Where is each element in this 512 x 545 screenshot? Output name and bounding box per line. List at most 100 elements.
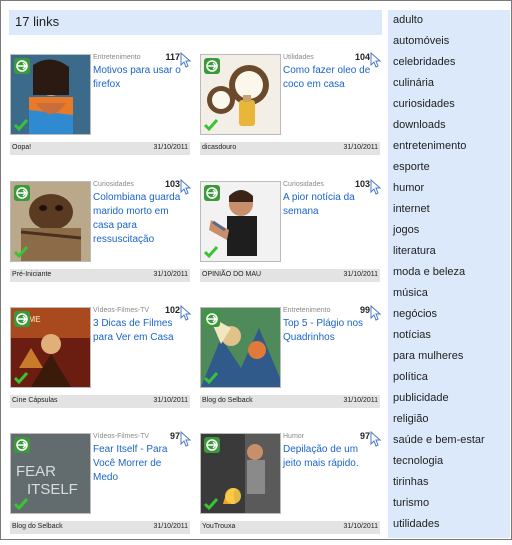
share-icon[interactable] xyxy=(14,437,30,453)
share-icon[interactable] xyxy=(204,58,220,74)
link-title[interactable]: Colombiana guarda marido morto em casa p… xyxy=(93,191,185,247)
share-icon[interactable] xyxy=(14,58,30,74)
sidebar-item-entretenimento[interactable]: entretenimento xyxy=(393,140,466,152)
sidebar-item-para-mulheres[interactable]: para mulheres xyxy=(393,350,463,362)
sidebar-item-moda-e-beleza[interactable]: moda e beleza xyxy=(393,266,465,278)
link-date: 31/10/2011 xyxy=(153,144,188,151)
vote-count: 97 xyxy=(169,431,180,441)
link-card: FILME Vídeos-Filmes-TV 102 3 Dicas de Fi… xyxy=(10,304,192,419)
sidebar-item-tecnologia[interactable]: tecnologia xyxy=(393,455,443,467)
link-date: 31/10/2011 xyxy=(153,523,188,530)
sidebar-item-saúde-e-bem-estar[interactable]: saúde e bem-estar xyxy=(393,434,485,446)
share-icon[interactable] xyxy=(204,437,220,453)
link-title[interactable]: Depilação de um jeito mais rápido. xyxy=(283,443,375,471)
sidebar-item-religião[interactable]: religião xyxy=(393,413,428,425)
sidebar-item-utilidades[interactable]: utilidades xyxy=(393,518,439,530)
link-date: 31/10/2011 xyxy=(343,523,378,530)
link-title[interactable]: A pior notícia da semana xyxy=(283,191,375,219)
link-thumbnail[interactable] xyxy=(10,54,91,135)
link-title[interactable]: Como fazer oleo de coco em casa xyxy=(283,64,375,92)
check-icon xyxy=(14,497,28,511)
links-count-title: 17 links xyxy=(15,14,60,29)
check-icon xyxy=(204,245,218,259)
sidebar-item-curiosidades[interactable]: curiosidades xyxy=(393,98,455,110)
link-footer: OPINIÃO DO MAU 31/10/2011 xyxy=(200,269,380,282)
link-source[interactable]: dicasdouro xyxy=(202,144,236,151)
check-icon xyxy=(14,371,28,385)
link-thumbnail[interactable]: FILME xyxy=(10,307,91,388)
link-footer: Cine Cápsulas 31/10/2011 xyxy=(10,395,190,408)
link-thumbnail[interactable] xyxy=(200,181,281,262)
category-sidebar: adulto automóveis celebridades culinária cur… xyxy=(388,10,510,538)
link-source[interactable]: YouTrouxa xyxy=(202,523,235,530)
link-date: 31/10/2011 xyxy=(153,271,188,278)
link-title[interactable]: Fear Itself - Para Você Morrer de Medo xyxy=(93,443,185,485)
link-footer: dicasdouro 31/10/2011 xyxy=(200,142,380,155)
share-icon[interactable] xyxy=(14,185,30,201)
link-thumbnail[interactable] xyxy=(200,433,281,514)
link-source[interactable]: Oopa! xyxy=(12,144,31,151)
link-card: Entretenimento 117 Motivos para usar o f… xyxy=(10,51,192,166)
link-source[interactable]: Cine Cápsulas xyxy=(12,397,58,404)
link-source[interactable]: OPINIÃO DO MAU xyxy=(202,271,261,278)
vote-count: 117 xyxy=(165,52,180,62)
sidebar-item-turismo[interactable]: turismo xyxy=(393,497,429,509)
vote-count: 103 xyxy=(354,179,370,189)
link-footer: Oopa! 31/10/2011 xyxy=(10,142,190,155)
sidebar-item-internet[interactable]: internet xyxy=(393,203,430,215)
link-source[interactable]: Blog do Selback xyxy=(202,397,253,404)
sidebar-item-humor[interactable]: humor xyxy=(393,182,424,194)
link-category: Vídeos-Filmes-TV xyxy=(93,307,150,314)
link-category: Curiosidades xyxy=(93,181,134,188)
link-date: 31/10/2011 xyxy=(153,397,188,404)
link-category: Humor xyxy=(283,433,305,440)
check-icon xyxy=(14,118,28,132)
sidebar-item-música[interactable]: música xyxy=(393,287,428,299)
link-date: 31/10/2011 xyxy=(343,144,378,151)
sidebar-item-literatura[interactable]: literatura xyxy=(393,245,436,257)
sidebar-item-automóveis[interactable]: automóveis xyxy=(393,35,449,47)
sidebar-item-jogos[interactable]: jogos xyxy=(393,224,419,236)
link-category: Utilidades xyxy=(283,54,314,61)
sidebar-item-adulto[interactable]: adulto xyxy=(393,14,423,26)
share-icon[interactable] xyxy=(204,311,220,327)
link-footer: Blog do Selback 31/10/2011 xyxy=(200,395,380,408)
link-footer: Blog do Selback 31/10/2011 xyxy=(10,521,190,534)
share-icon[interactable] xyxy=(204,185,220,201)
link-card: Curiosidades 103 A pior notícia da seman… xyxy=(200,178,382,293)
sidebar-item-culinária[interactable]: culinária xyxy=(393,77,434,89)
sidebar-item-negócios[interactable]: negócios xyxy=(393,308,437,320)
check-icon xyxy=(204,371,218,385)
link-footer: YouTrouxa 31/10/2011 xyxy=(200,521,380,534)
sidebar-item-notícias[interactable]: notícias xyxy=(393,329,431,341)
sidebar-item-publicidade[interactable]: publicidade xyxy=(393,392,449,404)
sidebar-item-celebridades[interactable]: celebridades xyxy=(393,56,455,68)
link-category: Curiosidades xyxy=(283,181,324,188)
link-category: Vídeos-Filmes-TV xyxy=(93,433,150,440)
link-category: Entretenimento xyxy=(283,307,331,314)
vote-count: 102 xyxy=(164,305,180,315)
link-card: Entretenimento 99 Top 5 - Plágio nos Qua… xyxy=(200,304,382,419)
sidebar-item-downloads[interactable]: downloads xyxy=(393,119,446,131)
link-title[interactable]: Top 5 - Plágio nos Quadrinhos xyxy=(283,317,375,345)
check-icon xyxy=(204,118,218,132)
link-card: Curiosidades 103 Colombiana guarda marid… xyxy=(10,178,192,293)
link-title[interactable]: 3 Dicas de Filmes para Ver em Casa xyxy=(93,317,185,345)
sidebar-item-política[interactable]: política xyxy=(393,371,428,383)
vote-count: 97 xyxy=(359,431,370,441)
link-thumbnail[interactable] xyxy=(200,54,281,135)
link-category: Entretenimento xyxy=(93,54,141,61)
link-source[interactable]: Pré-Iniciante xyxy=(12,271,51,278)
link-thumbnail[interactable] xyxy=(200,307,281,388)
link-source[interactable]: Blog do Selback xyxy=(12,523,63,530)
sidebar-item-tirinhas[interactable]: tirinhas xyxy=(393,476,428,488)
sidebar-item-esporte[interactable]: esporte xyxy=(393,161,430,173)
check-icon xyxy=(14,245,28,259)
link-thumbnail[interactable] xyxy=(10,181,91,262)
link-title[interactable]: Motivos para usar o firefox xyxy=(93,64,185,92)
share-icon[interactable] xyxy=(14,311,30,327)
link-thumbnail[interactable]: FEAR ITSELF xyxy=(10,433,91,514)
vote-count: 103 xyxy=(164,179,180,189)
vote-count: 99 xyxy=(359,305,370,315)
link-card: Utilidades 104 Como fazer oleo de coco e… xyxy=(200,51,382,166)
